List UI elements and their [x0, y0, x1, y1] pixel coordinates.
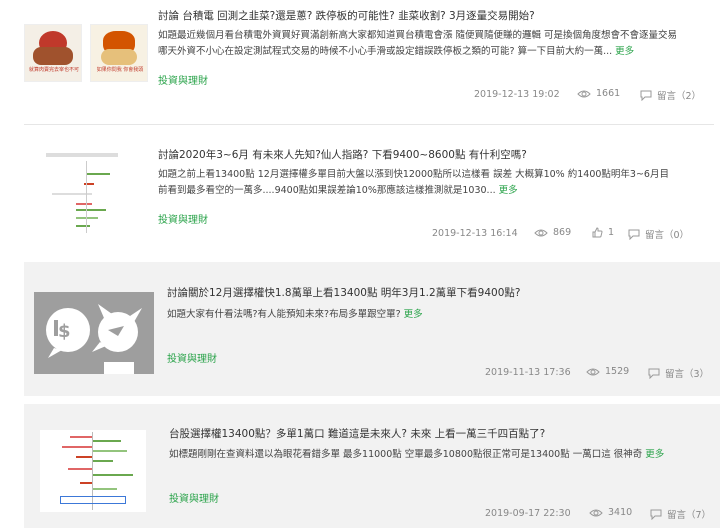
view-count: 869 — [534, 227, 571, 238]
post-thumbnail-2[interactable] — [46, 153, 118, 235]
svg-text:$: $ — [58, 321, 71, 342]
view-count: 3410 — [589, 507, 632, 518]
more-link[interactable]: 更多 — [499, 185, 518, 196]
post-card-4: 台股選擇權13400點？多單1萬口 難道這是未來人? 未來 上看一萬三千四百點了… — [24, 404, 720, 528]
comment-icon — [628, 229, 640, 240]
view-count: 1661 — [577, 88, 620, 99]
excerpt-text: 如題大家有什看法嗎?有人能預知未來?布局多單跟空單? — [167, 309, 401, 320]
eye-icon — [577, 90, 591, 97]
post-date: 2019-12-13 19:02 — [474, 89, 560, 100]
post-card-1: 就算肉賣完去宰也不可 如果你問我 你會我頭 討論 台積電 回測之韭菜?還是蔥? … — [12, 0, 720, 124]
comment-icon — [648, 368, 660, 379]
post-excerpt: 如題大家有什看法嗎?有人能預知未來?布局多單跟空單? 更多 — [167, 307, 687, 323]
eye-icon — [586, 368, 600, 375]
comment-icon — [650, 509, 662, 520]
comment-count-value: 留言（2） — [657, 91, 702, 102]
eye-icon — [589, 509, 603, 516]
comment-count-value: 留言（3） — [665, 369, 710, 380]
comment-icon — [640, 90, 652, 101]
like-count[interactable]: 1 — [592, 227, 614, 238]
excerpt-text: 如標題剛剛在查資料還以為眼花看錯多單 最多11000點 空單最多10800點很正… — [169, 449, 643, 460]
category-link[interactable]: 投資與理財 — [169, 490, 219, 505]
more-link[interactable]: 更多 — [615, 46, 634, 57]
post-card-3: $ 討論關於12月選擇權快1.8萬單上看13400點 明年3月1.2萬單下看94… — [24, 262, 720, 396]
post-thumbnail-4[interactable] — [40, 430, 146, 512]
eye-icon — [534, 229, 548, 236]
post-thumbnail-1[interactable]: 就算肉賣完去宰也不可 如果你問我 你會我頭 — [24, 24, 158, 82]
post-thumbnail-3[interactable]: $ — [34, 292, 154, 374]
more-link[interactable]: 更多 — [404, 309, 423, 320]
post-title[interactable]: 討論 台積電 回測之韭菜?還是蔥? 跌停板的可能性? 韭菜收割? 3月逐量交易開… — [158, 8, 535, 23]
post-title[interactable]: 台股選擇權13400點？多單1萬口 難道這是未來人? 未來 上看一萬三千四百點了… — [169, 426, 545, 441]
like-count-value: 1 — [608, 227, 615, 238]
thumbs-up-icon — [592, 227, 603, 238]
comment-count[interactable]: 留言（2） — [640, 88, 701, 102]
rooster-image-right: 如果你問我 你會我頭 — [90, 24, 148, 82]
category-link[interactable]: 投資與理財 — [158, 211, 208, 226]
rooster-image-left: 就算肉賣完去宰也不可 — [24, 24, 82, 82]
post-title[interactable]: 討論關於12月選擇權快1.8萬單上看13400點 明年3月1.2萬單下看9400… — [167, 285, 520, 300]
excerpt-text: 如題之前上看13400點 12月選擇權多單目前大盤以漲到快12000點所以這樣看… — [158, 169, 669, 196]
post-title[interactable]: 討論2020年3~6月 有未來人先知?仙人指路? 下看9400~8600點 有什… — [158, 147, 527, 162]
category-link[interactable]: 投資與理財 — [158, 72, 208, 87]
post-date: 2019-12-13 16:14 — [432, 228, 518, 239]
post-excerpt: 如題之前上看13400點 12月選擇權多單目前大盤以漲到快12000點所以這樣看… — [158, 167, 672, 198]
view-count-value: 1661 — [596, 88, 621, 99]
post-date: 2019-11-13 17:36 — [485, 367, 571, 378]
thumbnail-caption-right: 如果你問我 你會我頭 — [96, 67, 144, 73]
comment-count[interactable]: 留言（7） — [650, 507, 711, 521]
comment-count-value: 留言（7） — [667, 510, 712, 521]
view-count-value: 3410 — [608, 507, 633, 518]
view-count: 1529 — [586, 366, 629, 377]
comment-count-value: 留言（0） — [645, 230, 690, 241]
post-excerpt: 如標題剛剛在查資料還以為眼花看錯多單 最多11000點 空單最多10800點很正… — [169, 447, 699, 463]
comment-count[interactable]: 留言（0） — [628, 227, 689, 241]
view-count-value: 869 — [553, 227, 572, 238]
view-count-value: 1529 — [605, 366, 630, 377]
thumbnail-caption-left: 就算肉賣完去宰也不可 — [28, 67, 79, 73]
default-avatar-icon: $ — [46, 304, 142, 374]
post-card-2: 討論2020年3~6月 有未來人先知?仙人指路? 下看9400~8600點 有什… — [12, 125, 720, 260]
post-date: 2019-09-17 22:30 — [485, 508, 571, 519]
excerpt-text: 如題最近幾個月看台積電外資買好買滿創新高大家都知道買台積電會漲 隨便買隨便賺的邏… — [158, 30, 678, 57]
comment-count[interactable]: 留言（3） — [648, 366, 709, 380]
post-excerpt: 如題最近幾個月看台積電外資買好買滿創新高大家都知道買台積電會漲 隨便買隨便賺的邏… — [158, 28, 678, 59]
category-link[interactable]: 投資與理財 — [167, 350, 217, 365]
more-link[interactable]: 更多 — [645, 449, 664, 460]
